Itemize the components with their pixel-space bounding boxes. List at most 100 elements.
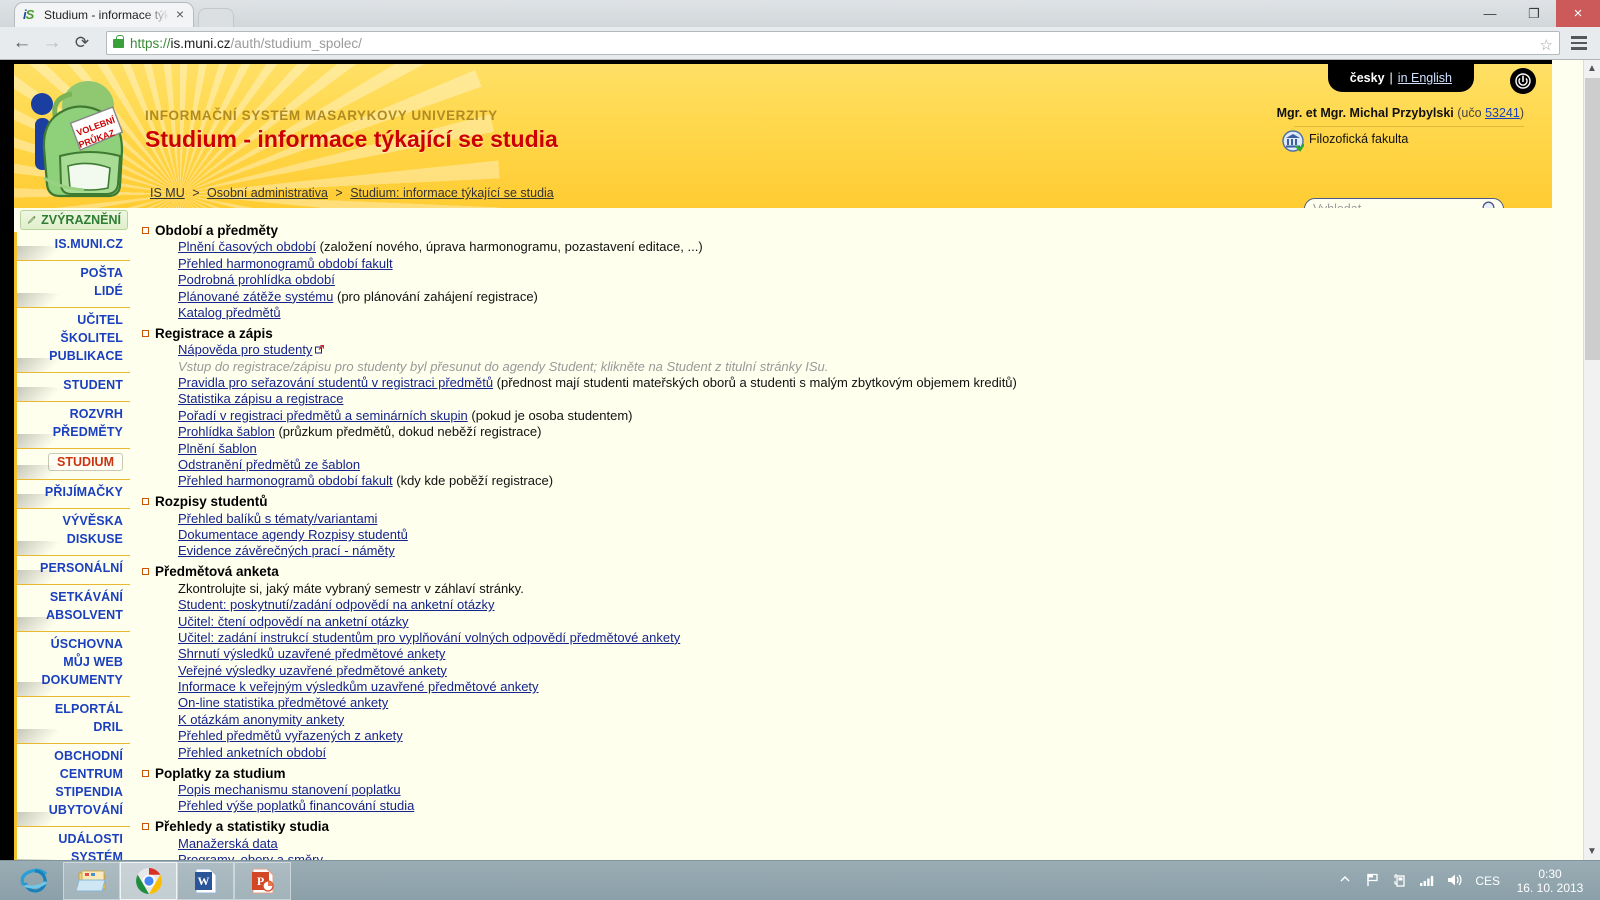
taskbar-item-file-explorer[interactable] — [63, 861, 120, 900]
sidebar-item-absolvent[interactable]: ABSOLVENT — [17, 606, 123, 624]
search-box[interactable]: Vyhledat — [1304, 198, 1504, 208]
content-link[interactable]: Učitel: čtení odpovědí na anketní otázky — [178, 614, 409, 629]
content-link[interactable]: Manažerská data — [178, 836, 278, 851]
sidebar-item-studium[interactable]: STUDIUM — [48, 453, 123, 471]
content-link[interactable]: Přehled anketních období — [178, 745, 326, 760]
usb-device-icon[interactable] — [1392, 872, 1409, 889]
sidebar-item-p-edm-ty[interactable]: PŘEDMĚTY — [17, 423, 123, 441]
browser-tab[interactable]: iS Studium - informace týkající se studi… — [14, 2, 194, 27]
sidebar-item-u-itel[interactable]: UČITEL — [17, 311, 123, 329]
content-link[interactable]: Plánované zátěže systému — [178, 289, 333, 304]
volume-icon[interactable] — [1446, 872, 1463, 889]
window-close-button[interactable]: × — [1556, 0, 1600, 27]
sidebar-item--kolitel[interactable]: ŠKOLITEL — [17, 329, 123, 347]
taskbar-item-google-chrome[interactable] — [120, 861, 177, 900]
sidebar-item-dril[interactable]: DRIL — [17, 718, 123, 736]
maximize-button[interactable]: ❐ — [1512, 0, 1556, 27]
scrollbar-thumb[interactable] — [1585, 78, 1600, 360]
content-link[interactable]: Odstranění předmětů ze šablon — [178, 457, 360, 472]
content-link[interactable]: Přehled předmětů vyřazených z ankety — [178, 728, 403, 743]
content-link[interactable]: Evidence závěrečných prací - náměty — [178, 543, 395, 558]
sidebar-item-is-muni-cz[interactable]: IS.MUNI.CZ — [17, 235, 123, 253]
action-center-flag-icon[interactable] — [1365, 872, 1382, 889]
content-link[interactable]: Veřejné výsledky uzavřené předmětové ank… — [178, 663, 447, 678]
sidebar-item-lid-[interactable]: LIDÉ — [17, 282, 123, 300]
sidebar-highlight-button[interactable]: ZVÝRAZNĚNÍ — [20, 210, 128, 230]
forward-button[interactable]: → — [38, 30, 66, 56]
sidebar-item-centrum[interactable]: CENTRUM — [17, 765, 123, 783]
clock[interactable]: 0:30 16. 10. 2013 — [1512, 867, 1588, 895]
content-link[interactable]: Pravidla pro seřazování studentů v regis… — [178, 375, 493, 390]
section-bullet-icon[interactable] — [142, 568, 149, 576]
lang-english-link[interactable]: in English — [1398, 71, 1452, 85]
sidebar-item--schovna[interactable]: ÚSCHOVNA — [17, 635, 123, 653]
content-link[interactable]: On-line statistika předmětové ankety — [178, 695, 388, 710]
taskbar-item-internet-explorer[interactable] — [6, 862, 63, 900]
logout-button[interactable] — [1510, 68, 1536, 94]
content-link[interactable]: Přehled výše poplatků financování studia — [178, 798, 414, 813]
breadcrumb-item-0[interactable]: IS MU — [150, 186, 185, 200]
sidebar-item-student[interactable]: STUDENT — [17, 376, 123, 394]
tab-close-icon[interactable]: × — [173, 7, 187, 22]
uco-link[interactable]: 53241 — [1485, 106, 1520, 120]
section-bullet-icon[interactable] — [142, 227, 149, 234]
chrome-menu-icon[interactable] — [1566, 36, 1592, 50]
reload-button[interactable]: ⟳ — [68, 30, 96, 56]
content-link[interactable]: Podrobná prohlídka období — [178, 272, 335, 287]
content-link[interactable]: Učitel: zadání instrukcí studentům pro v… — [178, 630, 680, 645]
sidebar-item-rozvrh[interactable]: ROZVRH — [17, 405, 123, 423]
content-link[interactable]: Statistika zápisu a registrace — [178, 391, 343, 406]
bookmark-star-icon[interactable]: ☆ — [1540, 36, 1553, 54]
section-bullet-icon[interactable] — [142, 329, 149, 337]
content-link[interactable]: Katalog předmětů — [178, 305, 281, 320]
content-link[interactable]: Informace k veřejným výsledkům uzavřené … — [178, 679, 539, 694]
sidebar-item-publikace[interactable]: PUBLIKACE — [17, 347, 123, 365]
breadcrumb-item-1[interactable]: Osobní administrativa — [207, 186, 328, 200]
content-link[interactable]: Plnění šablon — [178, 441, 257, 456]
section-bullet-icon[interactable] — [142, 498, 149, 506]
sidebar-item-m-j-web[interactable]: MŮJ WEB — [17, 653, 123, 671]
input-language[interactable]: CES — [1475, 874, 1500, 888]
back-button[interactable]: ← — [8, 30, 36, 56]
sidebar-item-person-ln-[interactable]: PERSONÁLNÍ — [17, 559, 123, 577]
external-link-icon[interactable] — [315, 342, 325, 354]
page-scrollbar[interactable]: ▲ ▼ — [1583, 60, 1600, 860]
new-tab-button[interactable] — [198, 8, 234, 27]
section-bullet-icon[interactable] — [142, 769, 149, 777]
sidebar-item-dokumenty[interactable]: DOKUMENTY — [17, 671, 123, 689]
content-link[interactable]: Přehled harmonogramů období fakult — [178, 256, 393, 271]
content-link[interactable]: Přehled balíků s tématy/variantami — [178, 511, 377, 526]
sidebar-item-setk-v-n-[interactable]: SETKÁVÁNÍ — [17, 588, 123, 606]
taskbar-item-microsoft-word[interactable]: W — [177, 861, 234, 900]
sidebar-item-elport-l[interactable]: ELPORTÁL — [17, 700, 123, 718]
taskbar-item-microsoft-powerpoint[interactable]: P — [234, 861, 291, 900]
sidebar-item-v-v-ska[interactable]: VÝVĚSKA — [17, 512, 123, 530]
content-link[interactable]: Popis mechanismu stanovení poplatku — [178, 782, 401, 797]
content-link[interactable]: Pořadí v registraci předmětů a seminární… — [178, 408, 468, 423]
address-bar[interactable]: https://is.muni.cz/auth/studium_spolec/ … — [106, 31, 1560, 55]
content-link[interactable]: Dokumentace agendy Rozpisy studentů — [178, 527, 408, 542]
content-link[interactable]: Plnění časových období — [178, 239, 316, 254]
sidebar-item-p-ij-ma-ky[interactable]: PŘIJÍMAČKY — [17, 483, 123, 501]
sidebar-item-diskuse[interactable]: DISKUSE — [17, 530, 123, 548]
network-signal-icon[interactable] — [1419, 872, 1436, 889]
breadcrumb-item-2[interactable]: Studium: informace týkající se studia — [350, 186, 554, 200]
content-link[interactable]: Přehled harmonogramů období fakult — [178, 473, 393, 488]
sidebar-item-ud-losti[interactable]: UDÁLOSTI — [17, 830, 123, 848]
content-link[interactable]: Shrnutí výsledků uzavřené předmětové ank… — [178, 646, 445, 661]
sidebar-item-ubytov-n-[interactable]: UBYTOVÁNÍ — [17, 801, 123, 819]
scroll-up-arrow-icon[interactable]: ▲ — [1584, 60, 1600, 77]
search-icon[interactable] — [1481, 200, 1499, 208]
content-link[interactable]: Prohlídka šablon — [178, 424, 275, 439]
scroll-down-arrow-icon[interactable]: ▼ — [1584, 843, 1600, 860]
content-link[interactable]: Programy, obory a směry — [178, 852, 323, 860]
content-link[interactable]: Nápověda pro studenty — [178, 342, 312, 357]
sidebar-item-obchodn-[interactable]: OBCHODNÍ — [17, 747, 123, 765]
sidebar-item-stipendia[interactable]: STIPENDIA — [17, 783, 123, 801]
content-link[interactable]: K otázkám anonymity ankety — [178, 712, 344, 727]
sidebar-item-syst-m[interactable]: SYSTÉM — [17, 848, 123, 860]
section-bullet-icon[interactable] — [142, 823, 149, 831]
sidebar-item-po-ta[interactable]: POŠTA — [17, 264, 123, 282]
tray-expand-icon[interactable] — [1338, 872, 1355, 889]
minimize-button[interactable]: — — [1468, 0, 1512, 27]
